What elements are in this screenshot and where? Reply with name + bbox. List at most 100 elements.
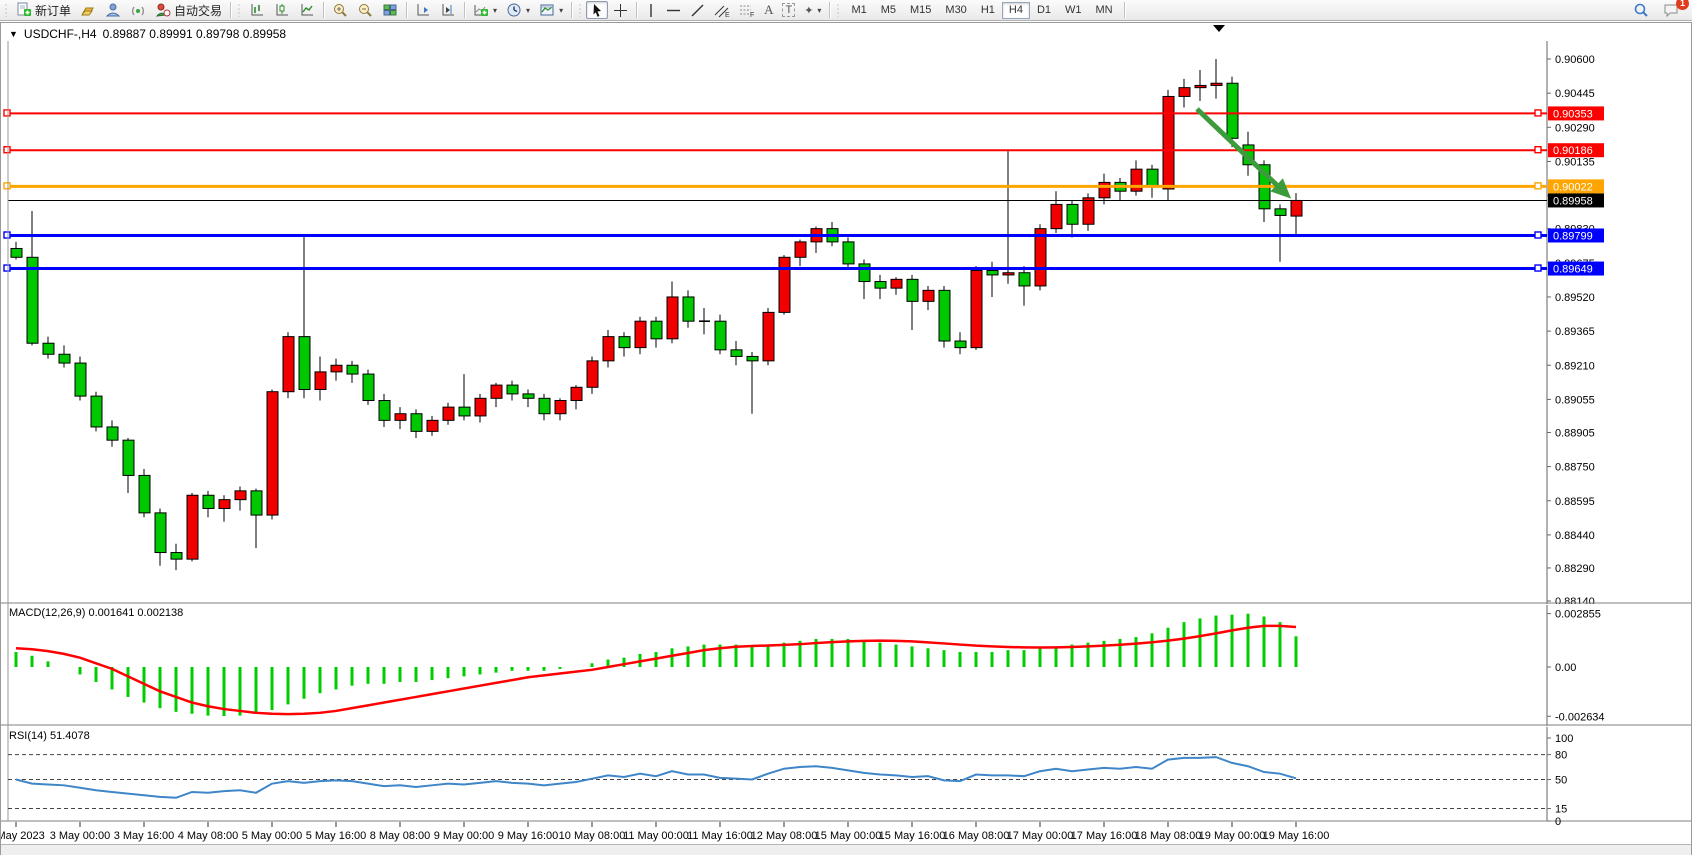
status-strip <box>1 844 1691 855</box>
svg-text:19 May 00:00: 19 May 00:00 <box>1199 830 1266 842</box>
svg-text:0.90022: 0.90022 <box>1553 181 1593 193</box>
trendline-button[interactable] <box>686 1 709 19</box>
svg-text:3 May 00:00: 3 May 00:00 <box>50 830 111 842</box>
toolbar: 新订单 <box>0 0 1692 21</box>
timeframe-d1-button[interactable]: D1 <box>1030 2 1058 19</box>
notification-badge: 1 <box>1676 0 1689 10</box>
toolbar-grip[interactable] <box>578 3 583 17</box>
svg-text:12 May 08:00: 12 May 08:00 <box>751 830 818 842</box>
toolbar-separator <box>636 2 637 18</box>
person-icon <box>105 2 121 18</box>
chevron-down-icon: ▾ <box>526 6 530 15</box>
equidistant-channel-button[interactable]: E <box>710 1 734 19</box>
svg-text:100: 100 <box>1555 733 1573 745</box>
horizontal-line-icon <box>666 3 681 18</box>
toolbar-grip[interactable] <box>836 3 841 17</box>
toolbar-grip[interactable] <box>4 3 9 17</box>
bar-chart-button[interactable] <box>245 1 269 19</box>
text-label-button[interactable]: T <box>778 1 799 19</box>
svg-text:18 May 08:00: 18 May 08:00 <box>1135 830 1202 842</box>
svg-text:0.90135: 0.90135 <box>1555 156 1595 168</box>
timeframe-mn-button[interactable]: MN <box>1089 2 1120 19</box>
text-button[interactable]: A <box>760 1 777 19</box>
toolbar-separator <box>1124 2 1125 18</box>
auto-scroll-button[interactable] <box>411 1 435 19</box>
timeframe-group: M1M5M15M30H1H4D1W1MN <box>844 2 1119 19</box>
toolbar-separator <box>829 2 830 18</box>
toolbar-separator <box>464 2 465 18</box>
svg-text:4 May 08:00: 4 May 08:00 <box>178 830 239 842</box>
tile-windows-button[interactable] <box>378 1 402 19</box>
cursor-button[interactable] <box>586 1 608 19</box>
vertical-line-button[interactable] <box>641 1 661 19</box>
horizontal-line-objects[interactable] <box>4 110 1547 271</box>
chart-shift-button[interactable] <box>436 1 460 19</box>
horizontal-line-button[interactable] <box>662 1 685 19</box>
signal-button[interactable] <box>126 1 150 19</box>
svg-text:15 May 00:00: 15 May 00:00 <box>815 830 882 842</box>
toolbar-right: 1 <box>1629 1 1690 19</box>
timeframe-m15-button[interactable]: M15 <box>903 2 938 19</box>
vertical-line-icon <box>645 3 657 18</box>
svg-text:9 May 16:00: 9 May 16:00 <box>498 830 559 842</box>
crosshair-button[interactable] <box>609 1 632 19</box>
chart-shift-marker[interactable] <box>1213 25 1225 32</box>
timeframe-h4-button[interactable]: H4 <box>1002 2 1030 19</box>
svg-text:0.88290: 0.88290 <box>1555 563 1595 575</box>
timeframe-h1-button[interactable]: H1 <box>974 2 1002 19</box>
svg-text:15 May 16:00: 15 May 16:00 <box>879 830 946 842</box>
timeframe-w1-button[interactable]: W1 <box>1058 2 1089 19</box>
indicators-button[interactable]: ▾ <box>469 1 501 19</box>
notifications-button[interactable]: 1 <box>1659 1 1684 19</box>
chevron-down-icon: ▾ <box>817 6 821 15</box>
timeframe-m30-button[interactable]: M30 <box>938 2 973 19</box>
svg-text:0.89365: 0.89365 <box>1555 326 1595 338</box>
autotrading-button[interactable]: 自动交易 <box>151 1 226 19</box>
text-tool-icon: A <box>764 2 773 18</box>
toolbar-grip[interactable] <box>237 3 242 17</box>
svg-text:80: 80 <box>1555 750 1567 762</box>
macd-label: MACD(12,26,9) 0.001641 0.002138 <box>9 607 183 619</box>
timeframe-m1-button[interactable]: M1 <box>844 2 873 19</box>
candlestick-chart-button[interactable] <box>270 1 294 19</box>
crosshair-icon <box>613 3 628 18</box>
new-order-button[interactable]: 新订单 <box>12 1 75 19</box>
line-chart-icon <box>299 2 315 18</box>
new-order-icon <box>16 2 32 18</box>
svg-text:0.90353: 0.90353 <box>1553 108 1593 120</box>
gold-bars-icon <box>80 2 96 18</box>
clock-icon <box>506 2 522 18</box>
svg-text:0.90290: 0.90290 <box>1555 122 1595 134</box>
chart-canvas[interactable]: 0.906000.904450.902900.901350.899800.898… <box>1 23 1691 854</box>
svg-text:19 May 16:00: 19 May 16:00 <box>1263 830 1330 842</box>
templates-button[interactable]: ▾ <box>535 1 567 19</box>
gold-bars-button[interactable] <box>76 1 100 19</box>
line-chart-button[interactable] <box>295 1 319 19</box>
zoom-in-icon <box>332 2 348 18</box>
zoom-out-button[interactable] <box>353 1 377 19</box>
new-order-label: 新订单 <box>35 2 71 19</box>
svg-text:0.90600: 0.90600 <box>1555 54 1595 66</box>
zoom-in-button[interactable] <box>328 1 352 19</box>
periods-button[interactable]: ▾ <box>502 1 534 19</box>
add-indicator-icon <box>473 2 489 18</box>
time-axis: 2 May 20233 May 00:003 May 16:004 May 08… <box>1 822 1329 842</box>
arrows-button[interactable]: ✦ ▾ <box>800 1 825 19</box>
signal-icon <box>130 2 146 18</box>
search-button[interactable] <box>1629 1 1653 19</box>
profile-button[interactable] <box>101 1 125 19</box>
toolbar-separator <box>571 2 572 18</box>
svg-text:0.88595: 0.88595 <box>1555 496 1595 508</box>
chevron-down-icon: ▾ <box>493 6 497 15</box>
price-axis: 0.906000.904450.902900.901350.899800.898… <box>1547 41 1595 821</box>
toolbar-separator <box>323 2 324 18</box>
svg-text:0.90186: 0.90186 <box>1553 145 1593 157</box>
svg-text:5 May 00:00: 5 May 00:00 <box>242 830 303 842</box>
timeframe-m5-button[interactable]: M5 <box>874 2 903 19</box>
fibonacci-button[interactable]: F <box>735 1 759 19</box>
candlesticks <box>11 59 1302 570</box>
svg-text:9 May 00:00: 9 May 00:00 <box>434 830 495 842</box>
svg-text:11 May 16:00: 11 May 16:00 <box>687 830 753 842</box>
terminal-window: 新订单 <box>0 0 1692 855</box>
svg-text:10 May 08:00: 10 May 08:00 <box>559 830 626 842</box>
